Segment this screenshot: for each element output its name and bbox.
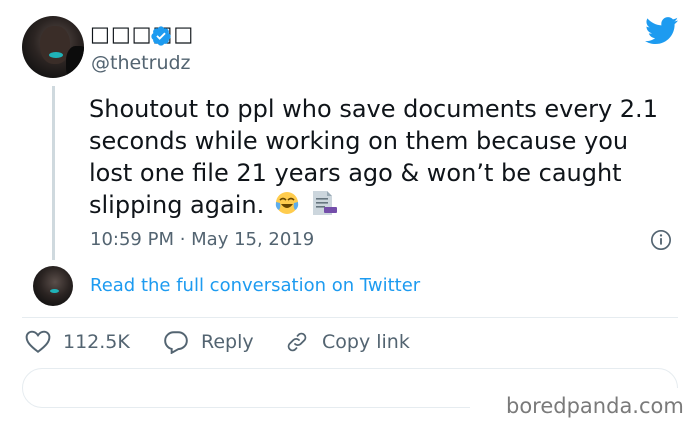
like-count: 112.5K bbox=[63, 331, 130, 353]
author-handle[interactable]: @thetrudz bbox=[91, 52, 191, 74]
divider bbox=[22, 317, 678, 318]
link-icon bbox=[287, 332, 307, 352]
heart-icon bbox=[25, 330, 51, 353]
tweet-text: Shoutout to ppl who save documents every… bbox=[89, 95, 658, 219]
verified-badge-icon bbox=[151, 26, 171, 46]
reply-bubble-icon bbox=[164, 331, 188, 354]
author-display-name[interactable]: □□□□□ bbox=[90, 22, 194, 46]
like-button[interactable]: 112.5K bbox=[25, 330, 130, 354]
read-conversation-link[interactable]: Read the full conversation on Twitter bbox=[90, 275, 420, 296]
conversation-avatar[interactable] bbox=[33, 266, 73, 306]
reply-button[interactable]: Reply bbox=[163, 330, 254, 354]
document-icon bbox=[312, 191, 337, 215]
copy-link-label: Copy link bbox=[322, 331, 410, 353]
info-icon[interactable] bbox=[650, 229, 672, 251]
avatar-hair bbox=[66, 46, 84, 78]
tweet-body: Shoutout to ppl who save documents every… bbox=[89, 93, 679, 221]
reply-label: Reply bbox=[201, 331, 254, 353]
face-with-tears-of-joy-icon bbox=[275, 192, 299, 214]
tweet-timestamp[interactable]: 10:59 PM · May 15, 2019 bbox=[90, 229, 314, 250]
watermark: boredpanda.com bbox=[506, 394, 684, 418]
avatar-lips bbox=[49, 52, 63, 58]
copy-link-button[interactable]: Copy link bbox=[284, 330, 410, 354]
thread-connector-line bbox=[52, 86, 55, 260]
avatar-lips bbox=[50, 289, 59, 293]
twitter-bird-icon[interactable] bbox=[645, 17, 679, 45]
author-avatar[interactable] bbox=[22, 16, 84, 78]
